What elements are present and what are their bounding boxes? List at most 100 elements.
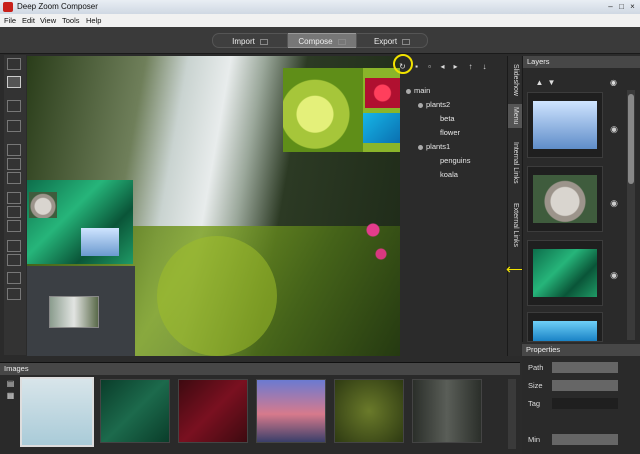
tab-menu[interactable]: Menu [508,104,522,128]
layer-item[interactable] [527,92,603,158]
tree-item[interactable]: plants1 [402,140,507,154]
compose-icon [337,38,346,45]
pan-hand-icon[interactable] [7,76,21,88]
layers-scrollbar[interactable] [627,90,635,340]
app-icon [3,2,13,12]
layer-item[interactable] [527,312,603,342]
tree-item[interactable]: beta [402,112,507,126]
image-thumbnail[interactable] [334,379,404,443]
menu-file[interactable]: File [4,16,16,25]
tab-external-links[interactable]: External Links [508,196,522,254]
eye-icon[interactable]: ◉ [607,268,621,282]
images-panel: Images ▤ ▦ [0,362,520,454]
layers-scrollbar-thumb[interactable] [628,94,634,184]
speaker-icon[interactable]: ◂ [438,62,447,71]
page-icon[interactable]: ▫ [425,62,434,71]
tab-compose-label: Compose [298,37,333,46]
blue-image[interactable] [363,113,400,143]
flower-image[interactable] [365,78,400,108]
align-top-icon[interactable] [7,192,21,204]
tree-item-label: main [414,86,431,95]
compose-canvas[interactable] [27,56,400,356]
tab-export[interactable]: Export [356,33,428,48]
distribute-h-icon[interactable] [7,240,21,252]
water-thumbnail [533,321,597,341]
image-thumbnail[interactable] [256,379,326,443]
select-arrow-icon[interactable] [7,58,21,70]
plants1-tile[interactable] [27,180,133,264]
tab-import-label: Import [232,37,255,46]
preview-thumbnail[interactable] [49,296,99,328]
tree-item[interactable]: flower [402,126,507,140]
min-field[interactable] [552,434,618,445]
images-scrollbar[interactable] [508,379,516,449]
tree-item-label: plants2 [426,100,451,109]
align-right-icon[interactable] [7,172,21,184]
koala-thumbnail [533,175,597,223]
image-thumbnail[interactable] [100,379,170,443]
tag-label: Tag [528,399,541,408]
tab-export-label: Export [373,37,398,46]
list-view-icon[interactable]: ▦ [6,391,15,400]
tree-item[interactable]: plants2 [402,98,507,112]
align-bottom-icon[interactable] [7,220,21,232]
arrow-up-icon[interactable]: ↑ [466,62,475,71]
forward-icon[interactable]: ▸ [451,62,460,71]
menu-tree: main plants2 beta flower plants1 penguin… [402,84,507,194]
koala-image[interactable] [29,192,57,218]
menu-help[interactable]: Help [86,16,101,25]
layers-panel: Layers ▲ ▼ ◉ ◉ ◉ ◉ [522,56,640,342]
path-field[interactable] [552,362,618,373]
maximize-icon[interactable]: □ [617,2,626,11]
panel-icon[interactable]: ▪ [412,62,421,71]
size-field[interactable] [552,380,618,391]
align-left-icon[interactable] [7,144,21,156]
tab-import[interactable]: Import [212,33,288,48]
size-label: Size [528,381,543,390]
layer-down-icon[interactable]: ▼ [547,78,556,87]
menu-tools[interactable]: Tools [62,16,80,25]
eye-icon[interactable]: ◉ [607,122,621,136]
tree-item[interactable]: penguins [402,154,507,168]
grid-view-icon[interactable]: ▤ [6,379,15,388]
minimize-icon[interactable]: – [606,2,615,11]
title-bar: Deep Zoom Composer – □ × [0,0,640,14]
tree-item-label: plants1 [426,142,451,151]
preview-tile[interactable] [27,266,135,356]
window-title: Deep Zoom Composer [17,2,98,11]
layer-item[interactable] [527,166,603,232]
images-title: Images [0,363,520,375]
close-icon[interactable]: × [628,2,637,11]
path-label: Path [528,363,544,372]
tree-bullet-icon [418,102,423,108]
tree-bullet-icon [406,88,411,94]
size-height-icon[interactable] [7,288,21,300]
tree-item[interactable]: koala [402,168,507,182]
tab-internal-links[interactable]: Internal Links [508,134,522,192]
tree-item[interactable]: main [402,84,507,98]
layer-item[interactable] [527,240,603,306]
beta-image[interactable] [283,68,363,152]
menu-view[interactable]: View [40,16,56,25]
image-thumbnail[interactable] [178,379,248,443]
eye-icon[interactable]: ◉ [607,196,621,210]
align-middle-icon[interactable] [7,206,21,218]
penguins-image[interactable] [81,228,119,256]
image-thumbnail-selected[interactable] [20,377,94,447]
size-width-icon[interactable] [7,272,21,284]
arrow-down-icon[interactable]: ↓ [480,62,489,71]
zoom-icon[interactable] [7,100,21,112]
image-thumbnail[interactable] [412,379,482,443]
align-center-icon[interactable] [7,158,21,170]
distribute-v-icon[interactable] [7,254,21,266]
tree-item-label: flower [440,128,461,137]
tab-compose[interactable]: Compose [288,33,356,48]
fit-icon[interactable] [7,120,21,132]
menu-edit[interactable]: Edit [22,16,35,25]
visibility-icon[interactable]: ◉ [609,78,618,87]
tag-field[interactable] [552,398,618,409]
properties-title: Properties [522,344,640,356]
layer-up-icon[interactable]: ▲ [535,78,544,87]
plants2-tile[interactable] [283,68,400,152]
tab-slideshow[interactable]: Slideshow [508,60,522,100]
